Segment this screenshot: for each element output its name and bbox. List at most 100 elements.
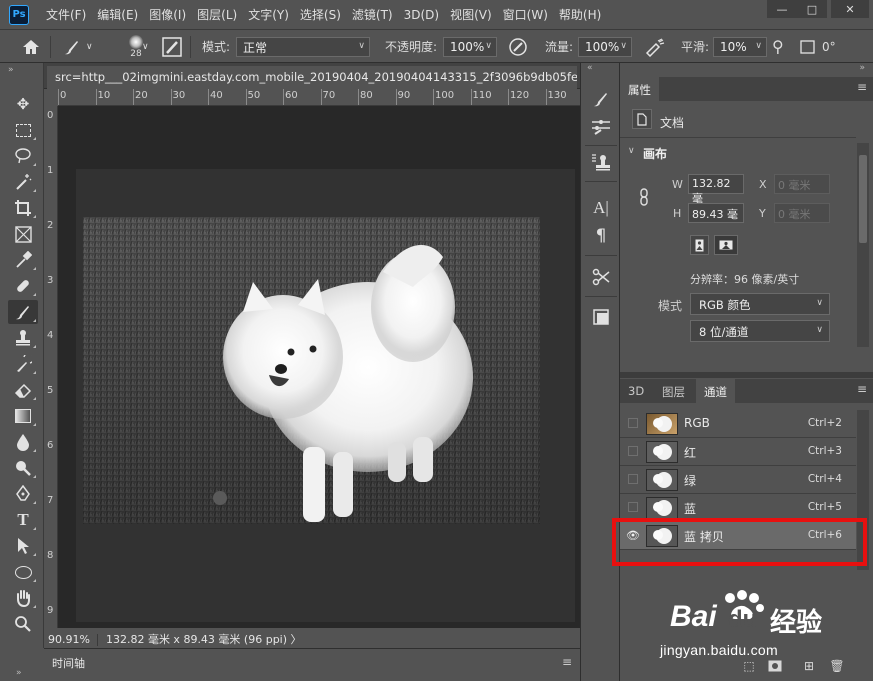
menu-3d[interactable]: 3D(D): [404, 8, 439, 22]
blur-tool-icon[interactable]: [8, 430, 38, 454]
mode-select[interactable]: 正常 ∨: [236, 37, 370, 57]
pressure-opacity-icon[interactable]: [508, 30, 528, 63]
watermark-cn: 经验: [770, 607, 823, 637]
tab-3d[interactable]: 3D: [620, 379, 652, 403]
magic-wand-tool-icon[interactable]: [8, 170, 38, 194]
ruler-tick-label: 30: [172, 90, 186, 101]
pen-tool-icon[interactable]: [8, 482, 38, 506]
brush-tool-icon[interactable]: [8, 300, 38, 324]
canvas-y-input[interactable]: 0 毫米: [774, 203, 830, 223]
brush-size-picker[interactable]: 28: [116, 30, 156, 63]
color-mode-select[interactable]: RGB 颜色 ∨: [690, 293, 830, 315]
brush-panel-icon[interactable]: [587, 87, 615, 111]
panel-menu-icon[interactable]: ≡: [857, 382, 867, 396]
type-tool-icon[interactable]: T: [8, 508, 38, 532]
canvas-height-input[interactable]: 89.43 毫: [688, 203, 744, 223]
character-panel-icon[interactable]: A|: [587, 196, 615, 220]
visibility-toggle[interactable]: [628, 446, 638, 456]
ruler-tick-label: 120: [510, 90, 530, 101]
properties-scrollbar[interactable]: [857, 143, 869, 347]
menu-file[interactable]: 文件(F): [46, 6, 86, 23]
menu-layer[interactable]: 图层(L): [197, 6, 237, 23]
menu-window[interactable]: 窗口(W): [503, 6, 548, 23]
vertical-ruler[interactable]: 0 1 2 3 4 5 6 7 8 9: [44, 106, 58, 628]
collapse-icon[interactable]: »: [16, 668, 22, 678]
hand-tool-icon[interactable]: [8, 586, 38, 610]
airbrush-icon[interactable]: [644, 30, 666, 63]
restore-button[interactable]: □: [797, 0, 827, 18]
clone-source-panel-icon[interactable]: [587, 151, 615, 175]
menu-view[interactable]: 视图(V): [450, 6, 492, 23]
path-selection-tool-icon[interactable]: [8, 534, 38, 558]
visibility-toggle[interactable]: [628, 474, 638, 484]
angle-icon[interactable]: [800, 30, 816, 63]
eyedropper-tool-icon[interactable]: [8, 248, 38, 272]
brush-settings-icon[interactable]: [162, 30, 182, 63]
smoothing-input[interactable]: 10% ∨: [713, 37, 767, 57]
panel-menu-icon[interactable]: ≡: [857, 80, 867, 94]
document-tab[interactable]: src=http___02imgmini.eastday.com_mobile_…: [47, 66, 577, 89]
menu-filter[interactable]: 滤镜(T): [352, 6, 393, 23]
expand-panels-icon[interactable]: «: [587, 63, 593, 73]
visibility-toggle[interactable]: [628, 502, 638, 512]
menu-image[interactable]: 图像(I): [149, 6, 186, 23]
ellipse-tool-icon[interactable]: [8, 560, 38, 584]
visibility-toggle[interactable]: [628, 418, 638, 428]
channel-row[interactable]: RGB Ctrl+2: [620, 410, 856, 438]
landscape-orientation-icon[interactable]: [714, 235, 738, 255]
history-brush-tool-icon[interactable]: [8, 352, 38, 376]
lasso-tool-icon[interactable]: [8, 144, 38, 168]
opacity-input[interactable]: 100% ∨: [443, 37, 497, 57]
move-tool-icon[interactable]: ✥: [8, 92, 38, 116]
channel-row[interactable]: 红 Ctrl+3: [620, 438, 856, 466]
marquee-tool-icon[interactable]: [8, 118, 38, 142]
paragraph-panel-icon[interactable]: ¶: [587, 224, 615, 248]
healing-brush-tool-icon[interactable]: [8, 274, 38, 298]
tab-timeline[interactable]: 时间轴: [46, 651, 94, 673]
flow-input[interactable]: 100% ∨: [578, 37, 632, 57]
clone-stamp-tool-icon[interactable]: [8, 326, 38, 350]
menu-select[interactable]: 选择(S): [300, 6, 341, 23]
layer-comps-panel-icon[interactable]: [587, 305, 615, 329]
minimize-button[interactable]: —: [767, 0, 797, 18]
zoom-level[interactable]: 90.91%: [48, 633, 90, 646]
eraser-tool-icon[interactable]: [8, 378, 38, 402]
menu-type[interactable]: 文字(Y): [248, 6, 289, 23]
collapse-toolbox-icon[interactable]: »: [8, 65, 14, 75]
tab-channels[interactable]: 通道: [696, 379, 735, 403]
search-icon[interactable]: ⚲: [772, 30, 784, 63]
zoom-tool-icon[interactable]: [8, 612, 38, 636]
document-image[interactable]: [83, 217, 540, 524]
ruler-tick-label: 70: [322, 90, 336, 101]
scrollbar-thumb[interactable]: [859, 155, 867, 243]
crop-tool-icon[interactable]: [8, 196, 38, 220]
channel-row[interactable]: 绿 Ctrl+4: [620, 466, 856, 494]
channel-thumbnail: [646, 441, 678, 463]
panel-menu-icon[interactable]: ≡: [562, 655, 572, 669]
brush-settings-panel-icon[interactable]: [587, 115, 615, 139]
tab-properties[interactable]: 属性: [620, 77, 659, 101]
status-menu-arrow-icon[interactable]: 〉: [291, 633, 302, 646]
chevron-down-icon[interactable]: ∨: [628, 146, 635, 156]
watermark-brand-du: du: [728, 606, 758, 633]
home-icon[interactable]: [20, 30, 42, 63]
chevron-down-icon[interactable]: ∨: [142, 30, 149, 63]
menu-edit[interactable]: 编辑(E): [97, 6, 138, 23]
close-button[interactable]: ✕: [831, 0, 869, 18]
tool-presets-panel-icon[interactable]: [587, 265, 615, 289]
link-dimensions-icon[interactable]: [638, 188, 650, 209]
canvas-x-input[interactable]: 0 毫米: [774, 174, 830, 194]
dodge-tool-icon[interactable]: [8, 456, 38, 480]
brush-preset-picker[interactable]: ∨: [62, 30, 98, 63]
portrait-orientation-icon[interactable]: [690, 235, 709, 255]
tab-layers[interactable]: 图层: [654, 379, 693, 403]
frame-tool-icon[interactable]: [8, 222, 38, 246]
gradient-tool-icon[interactable]: [8, 404, 38, 428]
menu-help[interactable]: 帮助(H): [559, 6, 601, 23]
bit-depth-select[interactable]: 8 位/通道 ∨: [690, 320, 830, 342]
angle-value[interactable]: 0°: [822, 30, 836, 63]
collapse-panels-icon[interactable]: »: [859, 63, 865, 73]
ruler-origin[interactable]: [44, 89, 58, 106]
canvas-width-input[interactable]: 132.82 毫: [688, 174, 744, 205]
horizontal-ruler[interactable]: 0 10 20 30 40 50 60 70 80 90 100 110 120 130: [58, 89, 580, 106]
